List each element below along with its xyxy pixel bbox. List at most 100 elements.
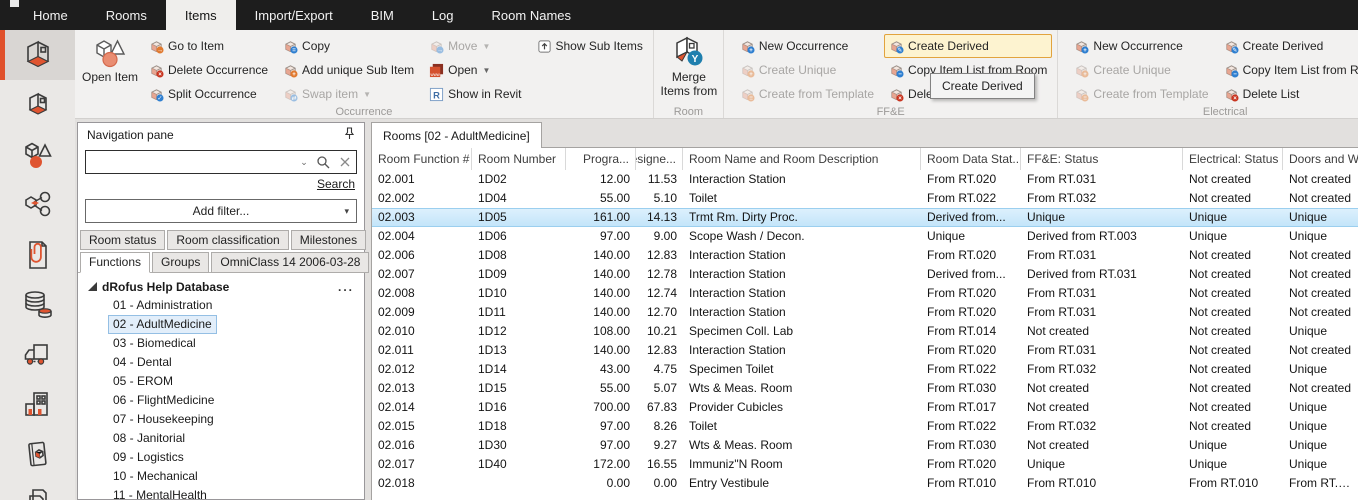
column-header-room-number[interactable]: Room Number xyxy=(472,148,566,170)
copy-button[interactable]: =Copy xyxy=(278,34,419,58)
table-cell: Unique xyxy=(1283,227,1358,246)
delete-occurrence-button[interactable]: ×Delete Occurrence xyxy=(144,58,273,82)
add-filter-dropdown[interactable]: Add filter... ▾ xyxy=(85,199,357,223)
table-row-02.003[interactable]: 02.0031D05161.0014.13Trmt Rm. Dirty Proc… xyxy=(372,208,1358,227)
open-item-button[interactable]: Open Item xyxy=(81,34,139,85)
create-derived-button[interactable]: ✎Create Derived xyxy=(1219,34,1358,58)
nav-tab-room-classification[interactable]: Room classification xyxy=(167,230,288,250)
column-header-ff-e-status[interactable]: FF&E: Status xyxy=(1021,148,1183,170)
search-input[interactable] xyxy=(86,153,296,171)
table-row-02.001[interactable]: 02.0011D0212.0011.53Interaction StationF… xyxy=(372,170,1358,189)
table-row-02.015[interactable]: 02.0151D1897.008.26ToiletFrom RT.022From… xyxy=(372,417,1358,436)
column-header-room-name-and-room-description[interactable]: Room Name and Room Description xyxy=(683,148,921,170)
column-header-progra[interactable]: Progra... xyxy=(566,148,636,170)
nav-tab-groups[interactable]: Groups xyxy=(152,252,209,273)
table-cell: From RT.030 xyxy=(921,379,1021,398)
merge-items-from-button[interactable]: YMerge Items from xyxy=(660,34,718,99)
table-row-02.009[interactable]: 02.0091D11140.0012.70Interaction Station… xyxy=(372,303,1358,322)
pin-icon[interactable] xyxy=(344,127,355,143)
add-unique-sub-item-button[interactable]: +Add unique Sub Item xyxy=(278,58,419,82)
tree-item-11-mentalhealth[interactable]: 11 - MentalHealth xyxy=(78,486,364,499)
menu-tab-room-names[interactable]: Room Names xyxy=(473,0,590,30)
tree-item-03-biomedical[interactable]: 03 - Biomedical xyxy=(78,334,364,353)
table-row-02.016[interactable]: 02.0161D3097.009.27Wts & Meas. RoomFrom … xyxy=(372,436,1358,455)
column-header-electrical-status[interactable]: Electrical: Status xyxy=(1183,148,1283,170)
tree-item-10-mechanical[interactable]: 10 - Mechanical xyxy=(78,467,364,486)
open-button[interactable]: wwwOpen▼ xyxy=(424,58,526,82)
create-derived-button[interactable]: ✎Create Derived xyxy=(884,34,1052,58)
tree-item-01-administration[interactable]: 01 - Administration xyxy=(78,296,364,315)
sidebar-item-manual[interactable] xyxy=(0,430,75,480)
table-row-02.010[interactable]: 02.0101D12108.0010.21Specimen Coll. LabF… xyxy=(372,322,1358,341)
search-icon[interactable] xyxy=(312,155,334,169)
go-to-item-button[interactable]: →Go to Item xyxy=(144,34,273,58)
copy-item-list-from-room-button[interactable]: −Copy Item List from Room xyxy=(1219,58,1358,82)
table-row-02.007[interactable]: 02.0071D09140.0012.78Interaction Station… xyxy=(372,265,1358,284)
table-row-02.013[interactable]: 02.0131D1555.005.07Wts & Meas. RoomFrom … xyxy=(372,379,1358,398)
column-header-doors-and-w[interactable]: Doors and W... xyxy=(1283,148,1358,170)
search-link[interactable]: Search xyxy=(317,177,355,191)
document-tab[interactable]: Rooms [02 - AdultMedicine] xyxy=(371,122,542,148)
create-derived-icon: ✎ xyxy=(889,39,904,54)
tree-item-02-adultmedicine[interactable]: 02 - AdultMedicine xyxy=(78,315,364,334)
table-row-02.008[interactable]: 02.0081D10140.0012.74Interaction Station… xyxy=(372,284,1358,303)
new-occurrence-button[interactable]: +New Occurrence xyxy=(735,34,879,58)
create-from-template-icon: ≡ xyxy=(740,87,755,102)
delete-list-button[interactable]: ×Delete List xyxy=(1219,82,1358,106)
tree-item-08-janitorial[interactable]: 08 - Janitorial xyxy=(78,429,364,448)
sidebar-item-items[interactable] xyxy=(0,130,75,180)
table-row-02.012[interactable]: 02.0121D1443.004.75Specimen ToiletFrom R… xyxy=(372,360,1358,379)
split-occurrence-button[interactable]: ✓Split Occurrence xyxy=(144,82,273,106)
column-header-designe[interactable]: Designe... xyxy=(636,148,683,170)
table-cell: 1D02 xyxy=(472,170,566,189)
ribbon-group-label: Room xyxy=(654,106,723,118)
table-cell: 161.00 xyxy=(566,208,636,227)
sidebar-item-documents[interactable] xyxy=(0,480,75,500)
table-row-02.018[interactable]: 02.0180.000.00Entry VestibuleFrom RT.010… xyxy=(372,474,1358,493)
column-header-room-data-stat[interactable]: Room Data Stat... xyxy=(921,148,1021,170)
column-header-room-function[interactable]: Room Function # xyxy=(372,148,472,170)
tree-item-04-dental[interactable]: 04 - Dental xyxy=(78,353,364,372)
new-occurrence-button[interactable]: +New Occurrence xyxy=(1069,34,1213,58)
menu-tab-items[interactable]: Items xyxy=(166,0,236,30)
show-sub-items-button[interactable]: Show Sub Items xyxy=(532,34,648,58)
table-row-02.006[interactable]: 02.0061D08140.0012.83Interaction Station… xyxy=(372,246,1358,265)
table-row-02.011[interactable]: 02.0111D13140.0012.83Interaction Station… xyxy=(372,341,1358,360)
sidebar-item-room-list[interactable] xyxy=(0,80,75,130)
nav-tab-milestones[interactable]: Milestones xyxy=(291,230,366,250)
nav-tab-omniclass-14-2006-03-28[interactable]: OmniClass 14 2006-03-28 xyxy=(211,252,369,273)
sidebar-item-reports[interactable] xyxy=(0,280,75,330)
table-cell: From RT.031 xyxy=(1021,246,1183,265)
table-cell: Immuniz"N Room xyxy=(683,455,921,474)
menu-tab-log[interactable]: Log xyxy=(413,0,473,30)
table-row-02.002[interactable]: 02.0021D0455.005.10ToiletFrom RT.022From… xyxy=(372,189,1358,208)
menu-tab-rooms[interactable]: Rooms xyxy=(87,0,166,30)
button-label: Add unique Sub Item xyxy=(302,63,414,77)
tree-expander-icon[interactable] xyxy=(88,280,102,294)
table-cell: Not created xyxy=(1021,436,1183,455)
sidebar-item-attachments[interactable] xyxy=(0,230,75,280)
sidebar-item-buildings[interactable] xyxy=(0,380,75,430)
sidebar-item-rooms[interactable] xyxy=(0,30,75,80)
clear-search-icon[interactable] xyxy=(334,156,356,168)
nav-tab-functions[interactable]: Functions xyxy=(80,252,150,273)
menu-tab-bim[interactable]: BIM xyxy=(352,0,413,30)
tree-root[interactable]: dRofus Help Database ... xyxy=(78,278,364,296)
table-row-02.004[interactable]: 02.0041D0697.009.00Scope Wash / Decon.Un… xyxy=(372,227,1358,246)
table-row-02.017[interactable]: 02.0171D40172.0016.55Immuniz"N RoomFrom … xyxy=(372,455,1358,474)
tree-root-menu-button[interactable]: ... xyxy=(338,280,354,294)
search-dropdown-chevron-icon[interactable]: ⌄ xyxy=(296,157,312,168)
menu-tab-home[interactable]: Home xyxy=(14,0,87,30)
sidebar-item-item-links[interactable] xyxy=(0,180,75,230)
tree-item-05-erom[interactable]: 05 - EROM xyxy=(78,372,364,391)
tree-item-07-housekeeping[interactable]: 07 - Housekeeping xyxy=(78,410,364,429)
svg-text:×: × xyxy=(1233,95,1237,102)
table-row-02.014[interactable]: 02.0141D16700.0067.83Provider CubiclesFr… xyxy=(372,398,1358,417)
tree-item-09-logistics[interactable]: 09 - Logistics xyxy=(78,448,364,467)
sidebar-item-logistics[interactable] xyxy=(0,330,75,380)
nav-tab-room-status[interactable]: Room status xyxy=(80,230,165,250)
tree-item-06-flightmedicine[interactable]: 06 - FlightMedicine xyxy=(78,391,364,410)
show-in-revit-button[interactable]: RShow in Revit xyxy=(424,82,526,106)
menu-tab-import-export[interactable]: Import/Export xyxy=(236,0,352,30)
table-cell: Unique xyxy=(1283,417,1358,436)
